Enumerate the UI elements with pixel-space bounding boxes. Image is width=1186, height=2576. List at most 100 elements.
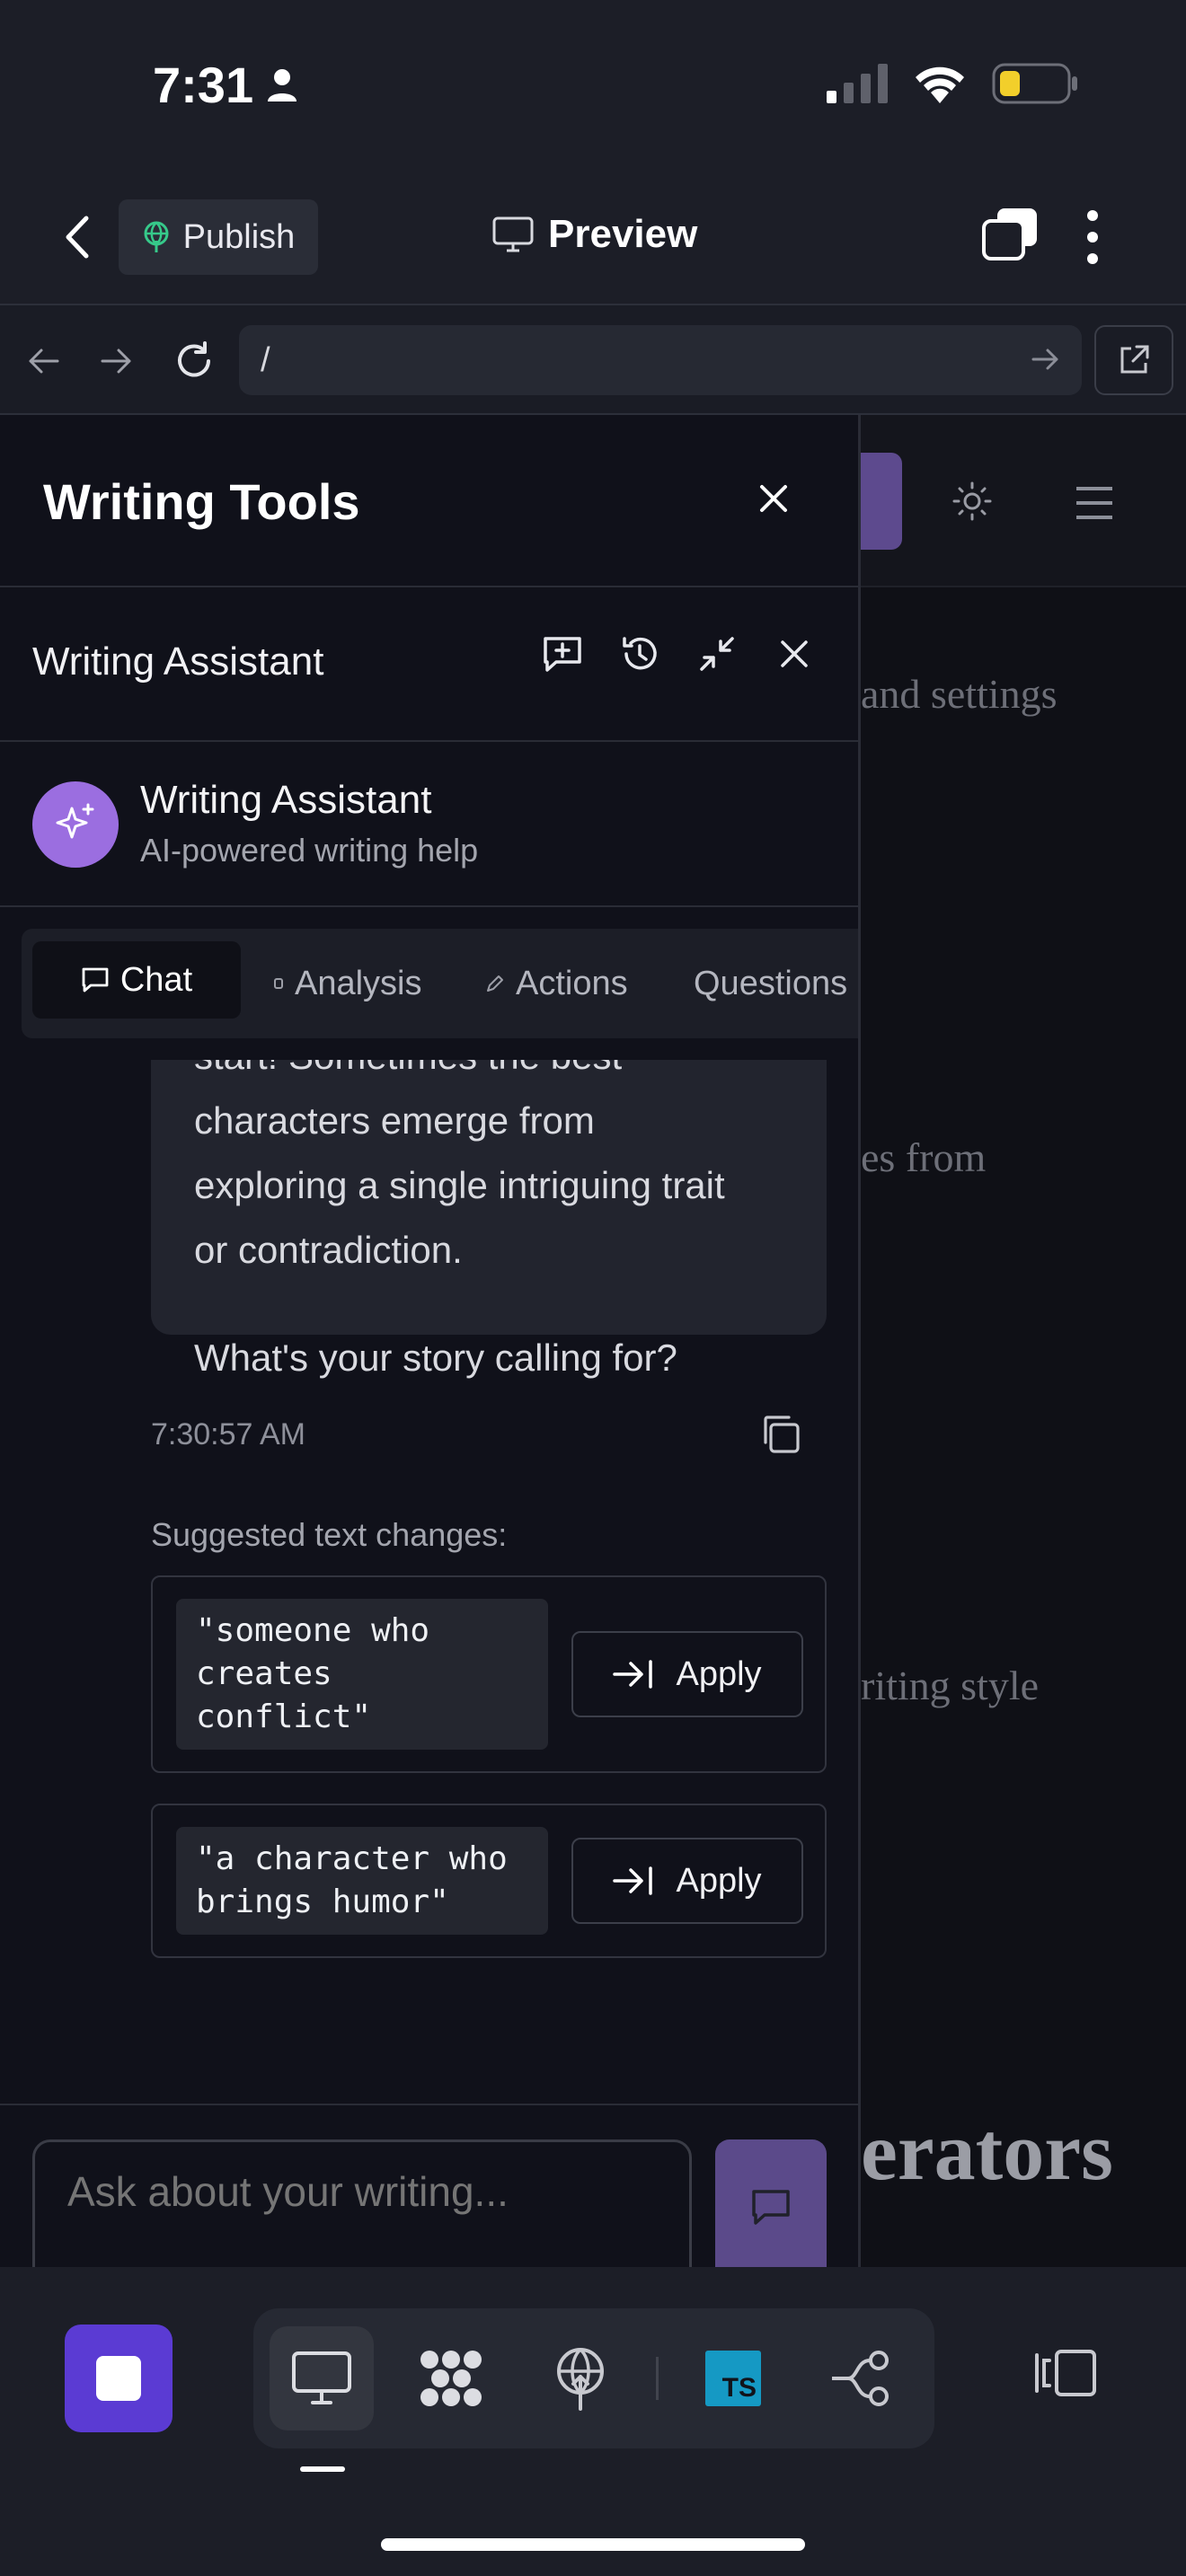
preview-title: Preview [492, 212, 697, 257]
panel-toggle-icon [1035, 2350, 1096, 2396]
tab-actions-label: Actions [516, 964, 628, 1002]
preview-page-background: and settings es from riting style erator… [861, 415, 1186, 2267]
suggestion-card: "someone who creates conflict" Apply [151, 1575, 827, 1773]
send-button[interactable] [715, 2139, 827, 2267]
tab-actions[interactable]: Actions [485, 929, 628, 1038]
preview-text-3: riting style [861, 1663, 1040, 1708]
assistant-close-button[interactable] [773, 632, 816, 675]
windows-icon [982, 208, 1037, 260]
history-button[interactable] [618, 632, 661, 675]
reload-button[interactable] [169, 336, 219, 386]
panel-close-button[interactable] [751, 476, 796, 525]
status-time-text: 7:31 [153, 57, 254, 113]
hamburger-icon[interactable] [1076, 487, 1112, 519]
deploy-tool-button[interactable] [528, 2326, 633, 2430]
minimize-button[interactable] [695, 632, 739, 675]
panel-header: Writing Tools [0, 415, 858, 587]
pencil-icon [487, 975, 503, 992]
tab-analysis-label: Analysis [295, 964, 422, 1002]
assistant-profile: Writing Assistant AI-powered writing hel… [0, 742, 858, 907]
back-button[interactable] [54, 212, 99, 262]
tabs-button[interactable] [981, 207, 1039, 267]
new-chat-button[interactable] [541, 632, 584, 675]
desktop-icon [292, 2351, 351, 2404]
send-message-icon [752, 2190, 790, 2225]
branch-tool-button[interactable] [810, 2326, 915, 2430]
writing-tools-panel: Writing Tools Writing Assistant Writing … [0, 415, 861, 2267]
copy-icon [764, 1416, 800, 1453]
person-icon [268, 68, 297, 101]
profile-name: Writing Assistant [140, 778, 432, 822]
nav-forward-button[interactable] [92, 336, 142, 386]
message-line: start! Sometimes the best [194, 1060, 622, 1089]
status-time: 7:31 [153, 56, 298, 114]
analysis-icon [274, 978, 283, 989]
chat-input[interactable] [32, 2139, 692, 2267]
preview-accent-button[interactable] [861, 453, 902, 550]
assistant-message: start! Sometimes the best characters eme… [151, 1060, 827, 1379]
suggestions-title: Suggested text changes: [151, 1516, 508, 1553]
preview-label: Preview [548, 212, 698, 256]
profile-subtitle: AI-powered writing help [140, 832, 479, 869]
chevron-left-icon [66, 216, 89, 259]
apply-label: Apply [676, 1654, 762, 1693]
message-closing: What's your story calling for? [194, 1337, 677, 1379]
home-indicator [381, 2538, 805, 2551]
apply-button[interactable]: Apply [571, 1631, 803, 1717]
apply-button[interactable]: Apply [571, 1838, 803, 1924]
message-line: characters emerge from [194, 1099, 595, 1142]
stop-button[interactable] [65, 2325, 173, 2432]
battery-icon [992, 63, 1077, 104]
globe-deploy-icon [144, 221, 169, 252]
message-line: or contradiction. [194, 1229, 463, 1271]
chat-icon [82, 967, 109, 992]
message-line: exploring a single intriguing trait [194, 1164, 725, 1206]
minimize-icon [700, 637, 734, 671]
suggestion-text: "someone who creates conflict" [176, 1599, 548, 1750]
more-options-button[interactable] [1087, 210, 1098, 264]
message-timestamp: 7:30:57 AM [151, 1417, 306, 1451]
go-arrow-icon[interactable] [1030, 343, 1062, 375]
tab-questions[interactable]: Questions [694, 929, 847, 1038]
ts-label: TS [721, 2373, 757, 2403]
open-external-button[interactable] [1094, 325, 1173, 395]
packages-icon [420, 2351, 482, 2406]
typescript-tool-button[interactable]: TS [681, 2326, 785, 2430]
wifi-icon [916, 66, 964, 103]
apply-arrow-icon [613, 1660, 653, 1689]
preview-text-2: es from [861, 1134, 987, 1180]
stop-icon [96, 2356, 141, 2401]
apply-arrow-icon [613, 1866, 653, 1895]
desktop-tool-button[interactable] [270, 2326, 374, 2430]
assistant-title: Writing Assistant [32, 640, 324, 684]
assistant-avatar [32, 781, 119, 868]
message-plus-icon [544, 637, 581, 672]
tab-questions-label: Questions [694, 964, 848, 1002]
apply-label: Apply [676, 1861, 762, 1900]
copy-message-button[interactable] [758, 1412, 803, 1461]
close-icon [781, 640, 808, 667]
publish-label: Publish [182, 217, 296, 256]
tab-analysis[interactable]: Analysis [273, 929, 422, 1038]
tab-chat-label: Chat [119, 960, 193, 999]
sidebar-toggle-button[interactable] [1033, 2348, 1098, 2403]
arrow-left-icon [29, 348, 59, 374]
url-input[interactable]: / [239, 325, 1082, 395]
publish-button[interactable]: Publish [119, 199, 318, 275]
arrow-right-icon [101, 348, 131, 374]
nav-back-button[interactable] [18, 336, 68, 386]
packages-tool-button[interactable] [399, 2326, 503, 2430]
history-icon [623, 637, 657, 670]
deploy-icon [557, 2348, 604, 2411]
preview-topbar [861, 415, 1186, 587]
panel-title: Writing Tools [43, 473, 360, 530]
tab-chat[interactable]: Chat [32, 941, 241, 1019]
preview-heading: erators [861, 2105, 1113, 2197]
assistant-toolbar: Writing Assistant [0, 587, 858, 742]
bottom-toolbar: TS [0, 2267, 1186, 2576]
monitor-icon [492, 216, 534, 252]
branch-icon [832, 2351, 889, 2406]
close-icon [760, 485, 787, 512]
sun-icon[interactable] [951, 480, 994, 523]
status-icons [827, 63, 1078, 104]
